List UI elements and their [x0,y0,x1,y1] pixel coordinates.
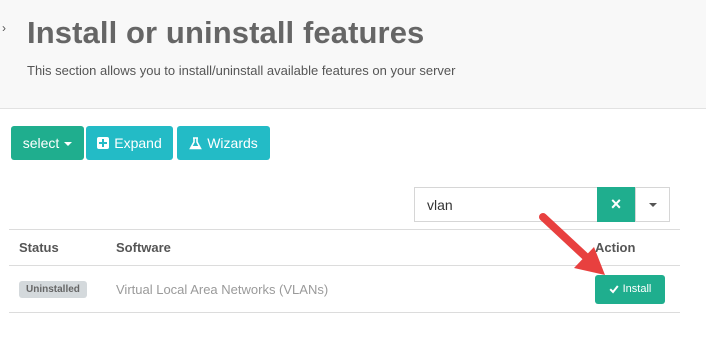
expand-button-label: Expand [114,135,162,151]
expand-button[interactable]: Expand [86,126,173,160]
check-icon [609,285,619,294]
chevron-down-icon [64,141,73,146]
install-button-label: Install [622,283,652,295]
wizards-button-label: Wizards [207,135,258,151]
close-icon: × [610,194,622,214]
flask-icon [189,136,203,149]
page-subtitle: This section allows you to install/unins… [27,63,456,78]
annotation-arrow-icon [539,213,605,275]
software-cell: Virtual Local Area Networks (VLANs) [116,265,595,313]
status-cell: Uninstalled [9,265,116,313]
sidebar-caret-icon[interactable]: › [2,22,6,34]
search-dropdown-button[interactable] [635,187,670,222]
page-title: Install or uninstall features [27,15,425,50]
page-header: › Install or uninstall features This sec… [0,0,706,109]
select-dropdown-button[interactable]: select [11,126,84,160]
software-name: Virtual Local Area Networks (VLANs) [116,281,329,297]
status-badge: Uninstalled [19,281,87,298]
chevron-down-icon [648,203,657,207]
column-header-software[interactable]: Software [116,229,595,266]
column-header-status[interactable]: Status [9,229,116,266]
select-button-label: select [22,135,60,151]
wizards-button[interactable]: Wizards [177,126,270,160]
plus-square-icon [97,137,110,149]
